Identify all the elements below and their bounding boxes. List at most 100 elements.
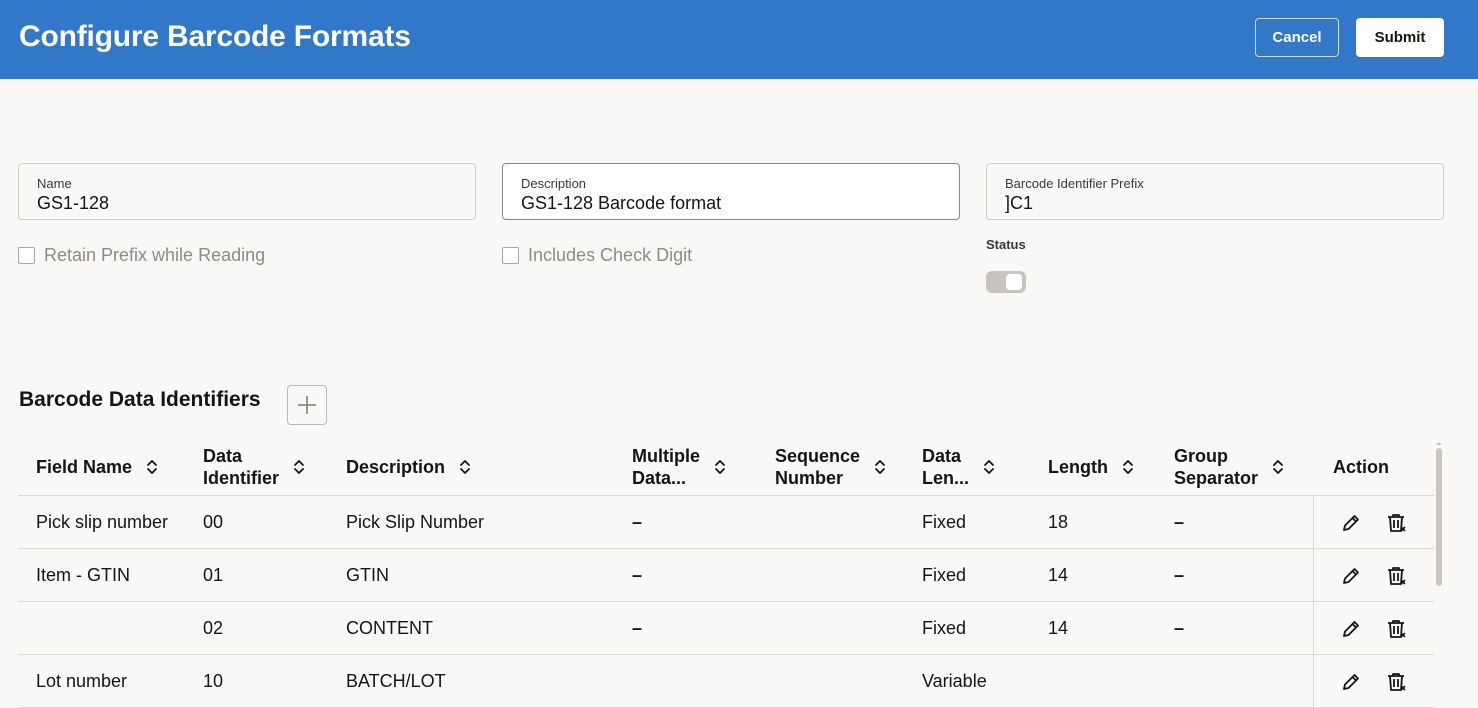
- column-header[interactable]: Data Len...: [922, 438, 995, 496]
- trash-icon[interactable]: [1385, 618, 1407, 645]
- sort-icon[interactable]: [459, 459, 471, 475]
- column-header-line: Data...: [632, 468, 687, 488]
- table-cell-group-separator: –: [1174, 512, 1185, 532]
- table-cell-data-length: Variable: [922, 671, 987, 691]
- sort-icon[interactable]: [983, 459, 995, 475]
- check-digit-checkbox-box[interactable]: [502, 247, 519, 264]
- column-header-label: Action: [1333, 456, 1389, 478]
- column-header-line: Group: [1174, 446, 1228, 466]
- column-header-line: Data: [922, 446, 962, 466]
- column-header-line: Sequence: [775, 446, 861, 466]
- cancel-button[interactable]: Cancel: [1255, 18, 1339, 57]
- table-cell-group-separator: –: [1174, 565, 1185, 585]
- table-body: Pick slip number 00 Pick Slip Number – Fixed…: [18, 496, 1434, 708]
- column-header-label: Data Len...: [922, 445, 969, 489]
- column-header-label: Multiple Data...: [632, 445, 700, 489]
- description-input[interactable]: [505, 191, 955, 215]
- pencil-icon[interactable]: [1340, 512, 1362, 539]
- column-header-label: Group Separator: [1174, 445, 1258, 489]
- name-field-label: Name: [37, 176, 72, 191]
- table-cell-data-length: Fixed: [922, 565, 967, 585]
- table-cell-multiple: –: [632, 512, 643, 532]
- table-row: 02 CONTENT – Fixed 14 –: [18, 602, 1434, 655]
- table-scrollbar[interactable]: [1435, 440, 1443, 680]
- column-header-line: Len...: [922, 468, 970, 488]
- sort-icon[interactable]: [874, 459, 886, 475]
- status-toggle[interactable]: [986, 271, 1026, 293]
- table-cell-data-identifier: 00: [203, 512, 224, 532]
- column-header[interactable]: Multiple Data...: [632, 438, 726, 496]
- table-cell-length: 14: [1048, 565, 1069, 585]
- table-cell-description: BATCH/LOT: [346, 671, 446, 691]
- description-field-label: Description: [521, 176, 587, 191]
- table-row: Pick slip number 00 Pick Slip Number – Fixed…: [18, 496, 1434, 549]
- plus-icon: [298, 396, 316, 414]
- sort-icon[interactable]: [293, 459, 305, 475]
- add-identifier-button[interactable]: [287, 385, 327, 425]
- status-label: Status: [986, 237, 1026, 252]
- trash-icon[interactable]: [1385, 671, 1407, 698]
- section-title: Barcode Data Identifiers: [19, 388, 261, 411]
- column-header-line: Identifier: [203, 468, 280, 488]
- sort-icon[interactable]: [146, 459, 158, 475]
- column-header-line: Description: [346, 457, 446, 477]
- column-header-line: Number: [775, 468, 844, 488]
- retain-prefix-checkbox-box[interactable]: [18, 247, 35, 264]
- submit-button[interactable]: Submit: [1356, 18, 1444, 57]
- table-cell-data-identifier: 10: [203, 671, 224, 691]
- column-header-label: Data Identifier: [203, 445, 279, 489]
- sort-icon[interactable]: [1122, 459, 1134, 475]
- scrollbar-thumb[interactable]: [1436, 448, 1442, 586]
- sort-icon[interactable]: [1272, 459, 1284, 475]
- app-header: Configure Barcode Formats Cancel Submit: [0, 0, 1478, 79]
- column-header[interactable]: Length: [1048, 438, 1134, 496]
- column-header: Action: [1333, 438, 1389, 496]
- action-cell: [1313, 602, 1434, 654]
- check-digit-checkbox[interactable]: Includes Check Digit: [502, 245, 692, 266]
- column-header[interactable]: Group Separator: [1174, 438, 1284, 496]
- pencil-icon[interactable]: [1340, 671, 1362, 698]
- column-header-line: Multiple: [632, 446, 700, 466]
- column-header[interactable]: Field Name: [36, 438, 158, 496]
- column-header[interactable]: Sequence Number: [775, 438, 886, 496]
- column-header-label: Field Name: [36, 456, 132, 478]
- prefix-input[interactable]: [989, 191, 1439, 215]
- identifiers-table: Field Name Data Identifier Description Multi…: [18, 438, 1434, 708]
- column-header-label: Description: [346, 456, 445, 478]
- table-row: Lot number 10 BATCH/LOT Variable: [18, 655, 1434, 708]
- description-field[interactable]: Description: [502, 163, 960, 220]
- table-cell-group-separator: –: [1174, 618, 1185, 638]
- action-cell: [1313, 496, 1434, 548]
- action-cell: [1313, 655, 1434, 707]
- table-cell-field-name: Pick slip number: [36, 512, 169, 532]
- column-header-line: Separator: [1174, 468, 1259, 488]
- table-cell-field-name: Item - GTIN: [36, 565, 130, 585]
- sort-icon[interactable]: [714, 459, 726, 475]
- prefix-field[interactable]: Barcode Identifier Prefix: [986, 163, 1444, 220]
- name-input[interactable]: [21, 191, 471, 215]
- status-toggle-knob: [1006, 274, 1022, 290]
- table-cell-description: GTIN: [346, 565, 389, 585]
- table-cell-data-identifier: 02: [203, 618, 224, 638]
- table-row: Item - GTIN 01 GTIN – Fixed 14 –: [18, 549, 1434, 602]
- column-header-line: Data: [203, 446, 243, 466]
- column-header[interactable]: Data Identifier: [203, 438, 305, 496]
- trash-icon[interactable]: [1385, 565, 1407, 592]
- name-field[interactable]: Name: [18, 163, 476, 220]
- page-title: Configure Barcode Formats: [19, 20, 411, 53]
- table-cell-field-name: Lot number: [36, 671, 128, 691]
- column-header-label: Length: [1048, 456, 1108, 478]
- pencil-icon[interactable]: [1340, 565, 1362, 592]
- pencil-icon[interactable]: [1340, 618, 1362, 645]
- column-header-line: Field Name: [36, 457, 133, 477]
- check-digit-label: Includes Check Digit: [528, 245, 693, 265]
- retain-prefix-checkbox[interactable]: Retain Prefix while Reading: [18, 245, 265, 266]
- prefix-field-label: Barcode Identifier Prefix: [1005, 176, 1144, 191]
- table-cell-multiple: –: [632, 565, 643, 585]
- table-cell-data-length: Fixed: [922, 618, 967, 638]
- scroll-up-arrow-icon[interactable]: [1435, 440, 1443, 446]
- table-header: Field Name Data Identifier Description Multi…: [18, 438, 1434, 496]
- retain-prefix-label: Retain Prefix while Reading: [44, 245, 266, 265]
- column-header[interactable]: Description: [346, 438, 471, 496]
- trash-icon[interactable]: [1385, 512, 1407, 539]
